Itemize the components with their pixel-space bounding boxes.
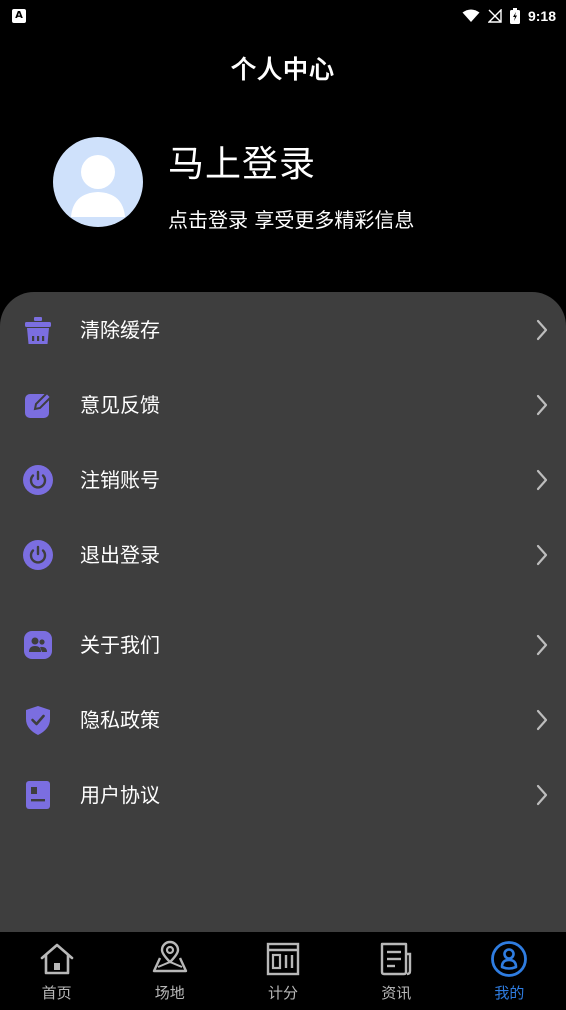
nav-item-home[interactable]: 首页 (0, 932, 113, 1010)
nav-item-mine[interactable]: 我的 (453, 932, 566, 1010)
menu-item-label: 注销账号 (80, 468, 160, 492)
signal-icon (487, 9, 502, 23)
default-avatar-icon (71, 155, 125, 217)
nav-label: 场地 (154, 984, 185, 1002)
bottom-nav: 首页 场地 计分 资讯 我的 (0, 932, 566, 1010)
menu-item-feedback[interactable]: 意见反馈 (0, 375, 566, 435)
user-circle-icon (491, 941, 528, 977)
shield-check-icon (26, 706, 50, 735)
location-map-icon (152, 940, 187, 973)
screen: A 9:18 个人中心 马上登录 点击登录 享受更多精彩信息 清除缓存 意见反馈… (0, 0, 566, 1010)
chevron-right-icon (536, 544, 548, 566)
notification-icon: A (12, 9, 26, 23)
menu-item-about-us[interactable]: 关于我们 (0, 615, 566, 675)
menu-item-label: 退出登录 (80, 543, 160, 567)
nav-label: 首页 (41, 984, 72, 1002)
nav-item-venue[interactable]: 场地 (113, 932, 226, 1010)
login-title[interactable]: 马上登录 (168, 135, 316, 187)
menu-item-clear-cache[interactable]: 清除缓存 (0, 300, 566, 360)
trash-icon (25, 317, 51, 344)
menu-item-delete-account[interactable]: 注销账号 (0, 450, 566, 510)
edit-icon (25, 391, 53, 418)
people-icon (24, 631, 52, 659)
status-bar: A 9:18 (0, 0, 566, 34)
chevron-right-icon (536, 319, 548, 341)
nav-label: 我的 (494, 984, 525, 1002)
scoreboard-icon (266, 942, 300, 976)
status-icons: 9:18 (462, 6, 556, 26)
menu-item-label: 用户协议 (80, 783, 160, 807)
battery-icon (509, 8, 520, 24)
avatar[interactable] (53, 137, 143, 227)
menu-item-label: 隐私政策 (80, 708, 160, 732)
nav-label: 计分 (268, 984, 299, 1002)
login-subtitle[interactable]: 点击登录 享受更多精彩信息 (168, 204, 414, 233)
news-icon (381, 942, 412, 976)
menu-item-label: 关于我们 (80, 633, 160, 657)
chevron-right-icon (536, 709, 548, 731)
menu-card: 清除缓存 意见反馈 注销账号 退出登录 关于我们 隐私政策 用户协议 (0, 292, 566, 932)
menu-item-privacy-policy[interactable]: 隐私政策 (0, 690, 566, 750)
power-icon (23, 540, 53, 570)
chevron-right-icon (536, 784, 548, 806)
status-time: 9:18 (527, 8, 556, 24)
chevron-right-icon (536, 394, 548, 416)
chevron-right-icon (536, 634, 548, 656)
chevron-right-icon (536, 469, 548, 491)
power-icon (23, 465, 53, 495)
menu-item-label: 意见反馈 (80, 393, 160, 417)
home-icon (40, 943, 73, 975)
menu-item-user-agreement[interactable]: 用户协议 (0, 765, 566, 825)
menu-item-label: 清除缓存 (80, 318, 160, 342)
menu-item-logout[interactable]: 退出登录 (0, 525, 566, 585)
document-icon (26, 781, 50, 809)
nav-item-score[interactable]: 计分 (226, 932, 339, 1010)
page-title: 个人中心 (230, 55, 335, 84)
wifi-icon (462, 9, 480, 22)
nav-label: 资讯 (381, 984, 412, 1002)
nav-item-news[interactable]: 资讯 (340, 932, 453, 1010)
